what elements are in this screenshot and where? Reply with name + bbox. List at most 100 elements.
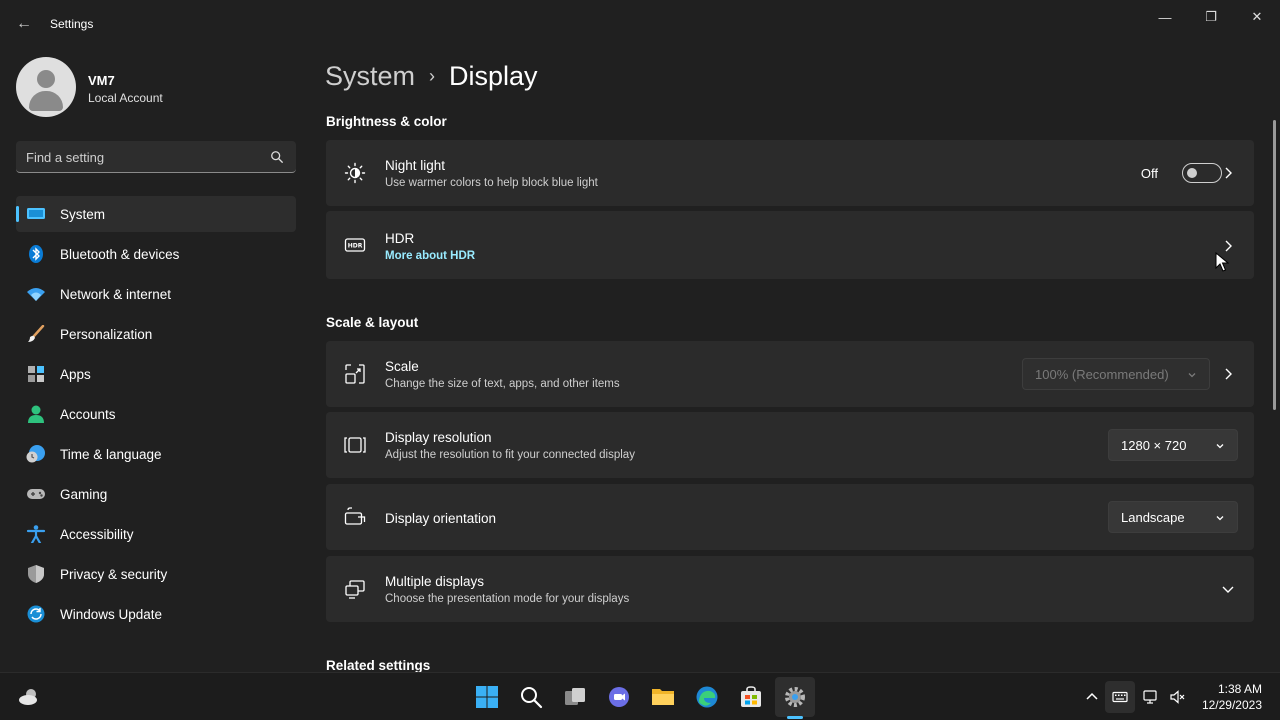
- start-windows-icon[interactable]: [475, 685, 499, 709]
- sidebar-item-label: Personalization: [60, 327, 153, 342]
- clock-date[interactable]: 12/29/2023: [1190, 698, 1262, 712]
- display-resolution-title: Display resolution: [385, 430, 492, 445]
- sidebar-item-label: Bluetooth & devices: [60, 247, 180, 262]
- update-icon: [27, 605, 45, 623]
- section-title-brightness: Brightness & color: [326, 114, 447, 129]
- teams-chat-icon[interactable]: [607, 685, 631, 709]
- close-button[interactable]: ✕: [1242, 8, 1272, 26]
- chevron-right-icon: [1225, 368, 1232, 380]
- sidebar-item-windows-update[interactable]: Windows Update: [16, 596, 296, 632]
- sidebar-item-network[interactable]: Network & internet: [16, 276, 296, 312]
- sidebar-item-label: Accounts: [60, 407, 116, 422]
- multiple-displays-title: Multiple displays: [385, 574, 485, 589]
- display-resolution-dropdown[interactable]: 1280 × 720: [1108, 429, 1238, 461]
- night-light-toggle[interactable]: [1182, 163, 1222, 183]
- scale-dropdown-value: 100% (Recommended): [1035, 367, 1169, 382]
- section-title-related: Related settings: [326, 658, 431, 673]
- sidebar-item-label: Privacy & security: [60, 567, 168, 582]
- multiple-displays-subtitle: Choose the presentation mode for your di…: [385, 593, 630, 605]
- brightness-icon: [344, 162, 366, 184]
- chevron-down-icon: [1216, 516, 1224, 521]
- store-icon[interactable]: [739, 685, 763, 709]
- search-icon[interactable]: [519, 685, 543, 709]
- search-box[interactable]: [16, 141, 296, 173]
- chevron-down-icon: [1188, 373, 1196, 378]
- edge-browser-icon[interactable]: [695, 685, 719, 709]
- chevron-right-icon: [1225, 240, 1232, 252]
- scale-icon: [345, 364, 365, 384]
- sidebar-item-privacy[interactable]: Privacy & security: [16, 556, 296, 592]
- hdr-icon: HDR: [344, 238, 366, 252]
- night-light-title: Night light: [385, 158, 446, 173]
- brush-icon: [28, 325, 45, 342]
- multiple-displays-card[interactable]: Multiple displays Choose the presentatio…: [326, 556, 1254, 622]
- sidebar-item-label: Gaming: [60, 487, 108, 502]
- network-icon[interactable]: [1143, 689, 1159, 705]
- hdr-card[interactable]: HDR HDR More about HDR: [326, 211, 1254, 279]
- sidebar-item-personalization[interactable]: Personalization: [16, 316, 296, 352]
- night-light-state: Off: [1140, 166, 1158, 181]
- sidebar-nav: System Bluetooth & devices Network & int…: [16, 196, 296, 636]
- hdr-title: HDR: [385, 231, 415, 246]
- breadcrumb-parent[interactable]: System: [325, 61, 415, 92]
- chevron-down-icon: [1216, 444, 1224, 449]
- search-input[interactable]: [26, 148, 256, 166]
- resolution-icon: [344, 437, 366, 453]
- avatar[interactable]: [16, 57, 76, 117]
- active-app-indicator: [787, 716, 803, 719]
- task-view-icon[interactable]: [563, 685, 587, 709]
- sidebar-item-label: Apps: [60, 367, 91, 382]
- sidebar-item-system[interactable]: System: [16, 196, 296, 232]
- back-button[interactable]: ←: [14, 14, 34, 34]
- sidebar-item-label: Windows Update: [60, 607, 163, 622]
- display-orientation-card[interactable]: Display orientation Landscape: [326, 484, 1254, 550]
- accessibility-icon: [26, 525, 46, 543]
- file-explorer-icon[interactable]: [651, 685, 675, 709]
- weather-icon[interactable]: [17, 685, 41, 709]
- sidebar-item-gaming[interactable]: Gaming: [16, 476, 296, 512]
- scale-dropdown[interactable]: 100% (Recommended): [1022, 358, 1210, 390]
- profile-name: VM7: [88, 73, 115, 88]
- volume-muted-icon[interactable]: [1169, 689, 1185, 705]
- maximize-button[interactable]: ❐: [1196, 8, 1226, 26]
- sidebar-item-label: Network & internet: [60, 287, 172, 302]
- hdr-more-link[interactable]: More about HDR: [385, 250, 475, 262]
- display-resolution-card[interactable]: Display resolution Adjust the resolution…: [326, 412, 1254, 478]
- search-icon[interactable]: [270, 150, 284, 164]
- settings-gear-icon[interactable]: [783, 685, 807, 709]
- minimize-button[interactable]: —: [1150, 8, 1180, 26]
- display-resolution-subtitle: Adjust the resolution to fit your connec…: [385, 449, 635, 461]
- gamepad-icon: [27, 489, 45, 499]
- title-bar: ← Settings — ❐ ✕: [0, 0, 1280, 48]
- breadcrumb-separator: ›: [429, 65, 436, 86]
- profile-account-type: Local Account: [88, 91, 163, 105]
- avatar-head: [37, 70, 55, 88]
- display-orientation-value: Landscape: [1121, 510, 1185, 525]
- person-icon: [28, 405, 44, 423]
- sidebar-item-time-language[interactable]: Time & language: [16, 436, 296, 472]
- chevron-up-icon[interactable]: [1084, 689, 1100, 705]
- sidebar-item-label: System: [60, 207, 106, 222]
- multiple-displays-icon: [345, 580, 365, 599]
- display-orientation-title: Display orientation: [385, 511, 497, 526]
- sidebar-item-apps[interactable]: Apps: [16, 356, 296, 392]
- sidebar-item-bluetooth[interactable]: Bluetooth & devices: [16, 236, 296, 272]
- night-light-card[interactable]: Night light Use warmer colors to help bl…: [326, 140, 1254, 206]
- app-title: Settings: [50, 17, 94, 31]
- taskbar: 1:38 AM 12/29/2023: [0, 672, 1280, 720]
- scrollbar[interactable]: [1273, 120, 1276, 410]
- sidebar-item-accounts[interactable]: Accounts: [16, 396, 296, 432]
- chevron-down-icon[interactable]: [1222, 583, 1234, 595]
- display-orientation-dropdown[interactable]: Landscape: [1108, 501, 1238, 533]
- scale-card[interactable]: Scale Change the size of text, apps, and…: [326, 341, 1254, 407]
- sidebar-item-accessibility[interactable]: Accessibility: [16, 516, 296, 552]
- shield-icon: [28, 565, 44, 583]
- chevron-right-icon: [1225, 167, 1232, 179]
- clock-time[interactable]: 1:38 AM: [1190, 682, 1262, 696]
- keyboard-icon[interactable]: [1112, 689, 1128, 705]
- globe-clock-icon: [26, 445, 45, 463]
- apps-icon: [28, 366, 44, 382]
- section-title-scale-layout: Scale & layout: [326, 315, 419, 330]
- night-light-subtitle: Use warmer colors to help block blue lig…: [385, 177, 598, 189]
- toggle-knob: [1187, 168, 1197, 178]
